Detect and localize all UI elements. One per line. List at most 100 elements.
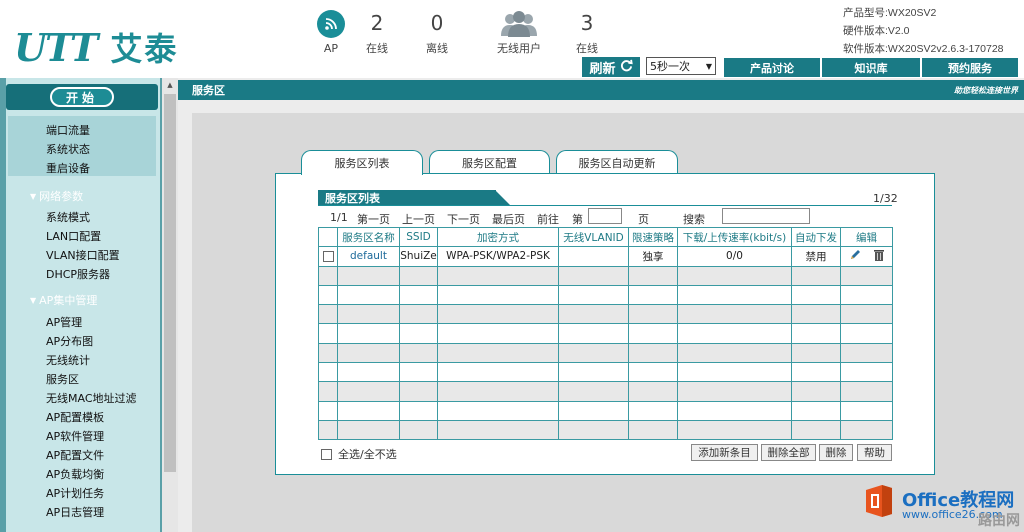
table-row — [318, 362, 893, 383]
sidebar-section-network[interactable]: ▼ 网络参数 — [30, 188, 83, 204]
start-bar: 开始 — [6, 84, 158, 110]
chevron-down-icon: ▼ — [705, 61, 712, 71]
sidebar-item-reboot[interactable]: 重启设备 — [46, 160, 90, 176]
sidebar-item-system-status[interactable]: 系统状态 — [46, 141, 90, 157]
section-title: AP集中管理 — [39, 294, 98, 307]
users-online-stat: 3 在线 — [572, 12, 602, 56]
table-row — [318, 400, 893, 421]
list-header-line — [318, 205, 892, 206]
sidebar-item-ap-map[interactable]: AP分布图 — [46, 333, 93, 349]
scrollbar-thumb[interactable] — [164, 94, 176, 472]
delete-button[interactable]: 删除 — [819, 444, 853, 461]
sidebar-item-ap-manage[interactable]: AP管理 — [46, 314, 82, 330]
table-row — [318, 381, 893, 402]
header: UTT 艾泰 AP 2 在线 0 离线 无线用户 3 在线 产品型号:WX20S… — [0, 0, 1024, 78]
tab-service-zone-config[interactable]: 服务区配置 — [429, 150, 550, 174]
service-zone-table: 服务区名称 SSID 加密方式 无线VLANID 限速策略 下载/上传速率(kb… — [318, 226, 893, 441]
list-title: 服务区列表 — [318, 190, 496, 206]
sidebar-section-ap-management[interactable]: ▼ AP集中管理 — [30, 292, 97, 308]
col-auto-issue[interactable]: 自动下发 — [791, 226, 841, 248]
tab-service-zone-list[interactable]: 服务区列表 — [301, 150, 423, 175]
sidebar-item-vlan-config[interactable]: VLAN接口配置 — [46, 247, 120, 263]
nav-product-discussion[interactable]: 产品讨论 — [724, 58, 820, 77]
product-model: 产品型号:WX20SV2 — [843, 7, 937, 19]
watermark-corner: 路由网 — [978, 513, 1020, 529]
page-title: 服务区 — [192, 84, 225, 97]
list-header: 服务区列表 — [318, 190, 511, 206]
slogan: 助您轻松连接世界 — [954, 85, 1018, 95]
sidebar-item-port-traffic[interactable]: 端口流量 — [46, 122, 90, 138]
sidebar-scrollbar[interactable]: ▲ — [162, 78, 178, 532]
sidebar-item-ap-log[interactable]: AP日志管理 — [46, 504, 104, 520]
sidebar-item-lan-config[interactable]: LAN口配置 — [46, 228, 101, 244]
sidebar-item-ap-software[interactable]: AP软件管理 — [46, 428, 104, 444]
users-online-label: 在线 — [576, 42, 598, 55]
sidebar-item-ap-template[interactable]: AP配置模板 — [46, 409, 104, 425]
ap-offline-label: 离线 — [426, 42, 448, 55]
help-button[interactable]: 帮助 — [857, 444, 892, 461]
section-title: 网络参数 — [39, 190, 84, 203]
col-rate-policy[interactable]: 限速策略 — [628, 226, 678, 248]
col-rate[interactable]: 下载/上传速率(kbit/s) — [677, 226, 792, 248]
pager-last[interactable]: 最后页 — [492, 211, 525, 227]
ap-online-stat: 2 在线 — [362, 12, 392, 56]
tab-service-zone-auto-update[interactable]: 服务区自动更新 — [556, 150, 678, 174]
col-zone-name[interactable]: 服务区名称 — [337, 226, 400, 248]
scroll-up-icon[interactable]: ▲ — [162, 78, 178, 92]
select-all-toggle[interactable]: 全选/全不选 — [321, 446, 397, 462]
table-row — [318, 419, 893, 441]
start-button[interactable]: 开始 — [50, 87, 114, 107]
search-input[interactable] — [722, 208, 810, 224]
pager-prev[interactable]: 上一页 — [402, 211, 435, 227]
select-all-label: 全选/全不选 — [338, 448, 397, 461]
table-row — [318, 342, 893, 364]
software-version: 软件版本:WX20SV2v2.6.3-170728 — [843, 43, 1004, 55]
trash-icon[interactable] — [874, 249, 885, 264]
nav-knowledge-base[interactable]: 知识库 — [822, 58, 920, 77]
cell-encryption: WPA-PSK/WPA2-PSK — [437, 246, 559, 267]
sidebar-item-ap-config-file[interactable]: AP配置文件 — [46, 447, 104, 463]
table-row — [318, 284, 893, 306]
select-all-checkbox[interactable] — [321, 448, 332, 460]
search-label: 搜索 — [683, 213, 705, 226]
sidebar-item-service-zone[interactable]: 服务区 — [46, 371, 79, 387]
sidebar-item-wireless-stats[interactable]: 无线统计 — [46, 352, 90, 368]
wireless-users-stat[interactable]: 无线用户 — [494, 10, 544, 56]
zone-name-link[interactable]: default — [350, 250, 387, 262]
add-entry-button[interactable]: 添加新条目 — [691, 444, 758, 461]
col-encryption[interactable]: 加密方式 — [437, 226, 559, 248]
ap-stat[interactable]: AP — [316, 10, 346, 55]
watermark: Office教程网 www.office26.com 路由网 — [858, 480, 1024, 532]
table-row — [318, 265, 893, 286]
pager-current: 1/1 — [330, 211, 348, 224]
row-checkbox[interactable] — [322, 250, 334, 262]
table-row — [318, 304, 893, 325]
col-select — [318, 226, 338, 248]
sidebar-item-mac-filter[interactable]: 无线MAC地址过滤 — [46, 390, 137, 406]
sidebar-item-ap-schedule[interactable]: AP计划任务 — [46, 485, 104, 501]
sidebar-item-dhcp-server[interactable]: DHCP服务器 — [46, 266, 110, 282]
page-number-input[interactable] — [588, 208, 622, 224]
col-ssid[interactable]: SSID — [399, 226, 438, 248]
refresh-button[interactable]: 刷新 — [582, 57, 640, 77]
ap-label: AP — [323, 42, 339, 55]
delete-all-button[interactable]: 删除全部 — [761, 444, 816, 461]
pager-goto[interactable]: 前往 — [537, 211, 559, 227]
office-logo-icon — [866, 485, 892, 517]
ap-offline-stat: 0 离线 — [422, 12, 452, 56]
sidebar: 开始 端口流量 系统状态 重启设备 ▼ 网络参数 系统模式 LAN口配置 VLA… — [0, 78, 178, 532]
refresh-label: 刷新 — [589, 61, 616, 77]
nav-booking-service[interactable]: 预约服务 — [922, 58, 1018, 77]
cell-rate-policy: 独享 — [628, 246, 678, 267]
sidebar-item-ap-load-balance[interactable]: AP负载均衡 — [46, 466, 104, 482]
pencil-icon[interactable] — [849, 249, 861, 264]
brand-logo: UTT 艾泰 — [14, 24, 178, 70]
row-select-cell — [318, 246, 338, 267]
pager-first[interactable]: 第一页 — [357, 211, 390, 227]
pager-next[interactable]: 下一页 — [447, 211, 480, 227]
col-vlanid[interactable]: 无线VLANID — [558, 226, 629, 248]
refresh-interval-select[interactable]: 5秒一次 ▼ — [646, 57, 716, 75]
pager-page-prefix: 第 — [572, 213, 583, 226]
cell-ssid: ShuiZe — [399, 246, 438, 267]
sidebar-item-system-mode[interactable]: 系统模式 — [46, 209, 90, 225]
